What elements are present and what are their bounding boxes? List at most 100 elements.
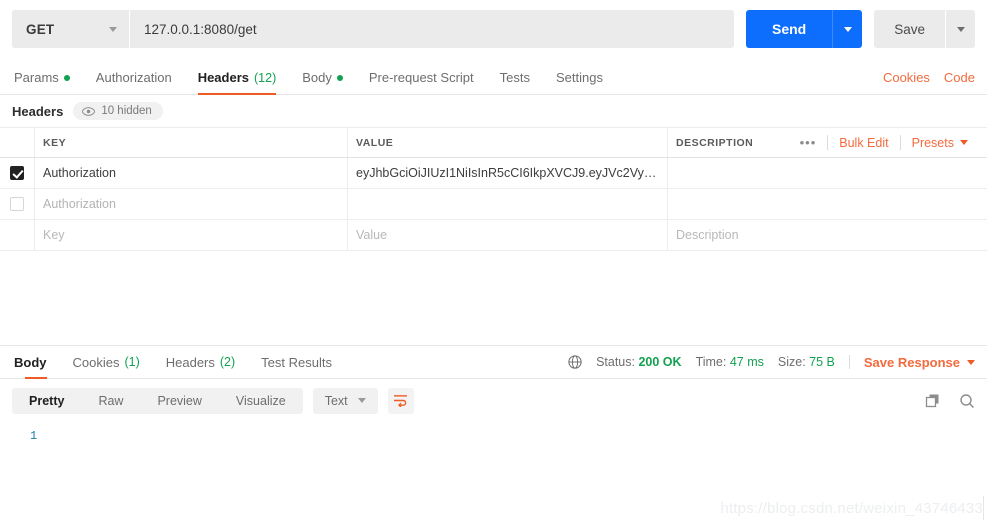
row-value-cell[interactable]: eyJhbGciOiJIUzI1NiIsInR5cCI6IkpXVCJ9.eyJ… [348,158,668,188]
row-key-text: Authorization [43,166,116,180]
row-checkbox-cell [0,220,35,250]
tab-settings[interactable]: Settings [543,70,616,94]
column-label: KEY [43,136,67,149]
table-row: Authorization eyJhbGciOiJIUzI1NiIsInR5cC… [0,158,987,189]
watermark-text: https://blog.csdn.net/weixin_43746433 [720,500,983,517]
tab-label: Tests [499,70,530,85]
eye-icon [82,106,96,116]
row-enabled-checkbox[interactable] [10,197,24,211]
header-cell-description: DESCRIPTION ••• Bulk Edit Presets [668,128,987,157]
view-mode-group: Pretty Raw Preview Visualize [12,387,303,414]
postman-window: GET Send Save Params Authorization [0,0,987,522]
new-row-key-cell[interactable]: Key [35,220,348,250]
row-checkbox-cell [0,189,35,219]
send-button-group: Send [745,10,863,48]
chevron-down-icon [843,26,852,32]
code-link[interactable]: Code [944,70,975,85]
chevron-down-icon [967,359,975,365]
headers-title: Headers [12,103,64,119]
tab-label: Cookies [72,354,120,370]
http-method-label: GET [26,21,55,37]
request-tabs: Params Authorization Headers (12) Body P… [0,58,987,95]
response-tab-body[interactable]: Body [12,355,60,379]
row-enabled-checkbox[interactable] [10,166,24,180]
search-button[interactable] [959,393,975,409]
line-number: 1 [30,428,38,443]
headers-table: KEY VALUE DESCRIPTION ••• Bulk Edit Pres… [0,127,987,251]
chevron-down-icon [960,140,968,145]
tab-pre-request-script[interactable]: Pre-request Script [356,70,487,94]
header-cell-value: VALUE [348,128,668,157]
row-description-cell[interactable] [668,189,987,219]
hidden-headers-toggle[interactable]: 10 hidden [73,102,163,120]
new-row-description-placeholder: Description [676,228,739,242]
view-mode-preview[interactable]: Preview [140,388,218,414]
status-group: Status: 200 OK [596,355,682,369]
row-key-text: Authorization [43,197,116,211]
hidden-headers-label: 10 hidden [101,105,152,117]
new-row-value-cell[interactable]: Value [348,220,668,250]
send-button[interactable]: Send [745,10,833,48]
tab-count: (1) [124,355,140,369]
table-row: Authorization [0,189,987,220]
chevron-down-icon [956,26,965,32]
save-response-button[interactable]: Save Response [864,355,975,370]
headers-empty-space [0,251,987,345]
presets-label: Presets [911,135,954,150]
copy-icon [925,394,939,407]
tab-label: Pre-request Script [368,70,474,85]
tab-label: Body [302,70,332,85]
divider [848,355,850,369]
row-value-cell[interactable] [348,189,668,219]
bulk-edit-button[interactable]: Bulk Edit [827,135,899,150]
view-mode-visualize[interactable]: Visualize [219,388,303,414]
tab-tests[interactable]: Tests [487,70,543,94]
tab-params[interactable]: Params [12,70,83,94]
chevron-down-icon [357,398,366,403]
row-checkbox-cell [0,158,35,188]
save-response-label: Save Response [863,354,960,370]
response-format-dropdown[interactable]: Text [312,387,378,414]
table-tools: ••• Bulk Edit Presets [789,128,979,157]
response-body-editor[interactable]: 1 https://blog.csdn.net/weixin_43746433 [0,422,987,522]
save-options-button[interactable] [945,10,975,48]
word-wrap-button[interactable] [387,387,414,414]
header-cell-key: KEY [35,128,348,157]
view-mode-raw[interactable]: Raw [81,388,140,414]
new-row-description-cell[interactable]: Description [668,220,987,250]
row-key-cell[interactable]: Authorization [35,189,348,219]
globe-icon [568,355,582,369]
method-url-group: GET [12,10,734,48]
size-group: Size: 75 B [778,355,835,369]
response-tab-cookies[interactable]: Cookies (1) [60,355,153,378]
search-icon [960,393,975,408]
more-options-icon[interactable]: ••• [789,135,828,150]
new-row-key-placeholder: Key [43,228,65,242]
response-tabs: Body Cookies (1) Headers (2) Test Result… [0,344,987,379]
send-options-button[interactable] [832,10,863,48]
tab-authorization[interactable]: Authorization [83,70,185,94]
request-url-input[interactable] [130,10,734,48]
save-button-group: Save [874,10,975,48]
row-description-cell[interactable] [668,158,987,188]
save-button[interactable]: Save [874,10,945,48]
tab-label: Settings [555,70,603,85]
cookies-link[interactable]: Cookies [883,70,930,85]
header-cell-select [0,128,35,157]
tab-label: Headers [165,354,215,370]
view-mode-pretty[interactable]: Pretty [12,388,81,414]
row-key-cell[interactable]: Authorization [35,158,348,188]
tab-headers[interactable]: Headers (12) [185,70,290,95]
tab-body[interactable]: Body [289,70,356,94]
response-meta: Status: 200 OK Time: 47 ms Size: 75 B Sa… [568,355,975,378]
tab-count: (2) [219,355,236,369]
presets-button[interactable]: Presets [899,135,979,150]
copy-button[interactable] [925,393,941,409]
column-label: VALUE [356,136,394,149]
response-tab-headers[interactable]: Headers (2) [153,355,248,378]
http-method-dropdown[interactable]: GET [12,10,130,48]
new-row-value-placeholder: Value [356,228,388,242]
status-label: Status: [596,355,635,369]
request-url-bar: GET Send Save [0,0,987,58]
response-tab-test-results[interactable]: Test Results [248,355,345,378]
